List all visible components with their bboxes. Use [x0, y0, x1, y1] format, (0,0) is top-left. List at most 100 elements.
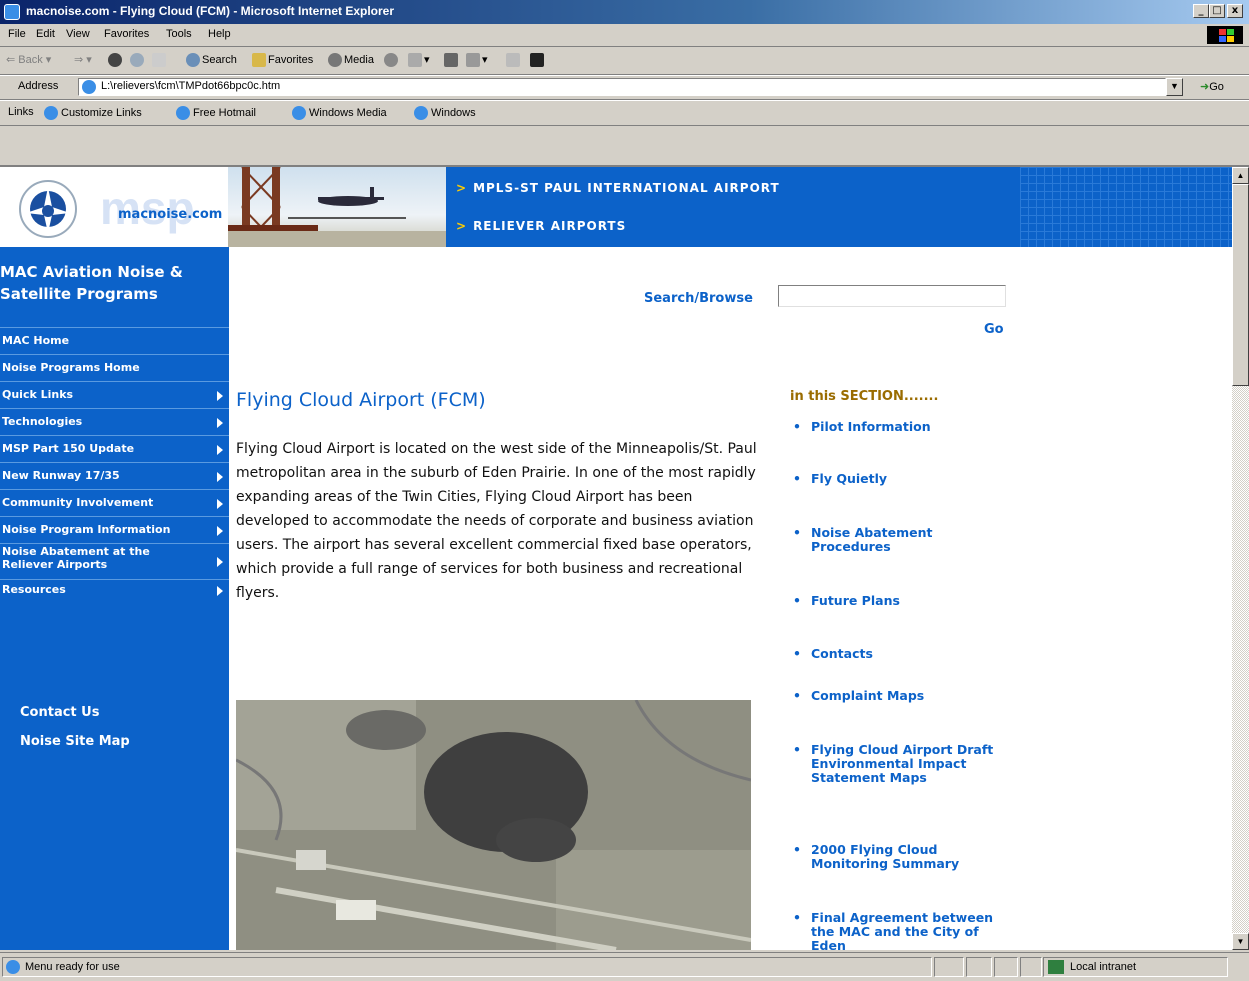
sidebar-item-noise-programs-home[interactable]: Noise Programs Home [0, 354, 229, 381]
address-value: L:\relievers\fcm\TMPdot66bpc0c.htm [101, 80, 281, 92]
address-label: Address [18, 80, 59, 92]
status-pane [1020, 957, 1042, 977]
intranet-icon [1048, 960, 1064, 974]
section-link-fly-quietly[interactable]: • Fly Quietly [791, 472, 1001, 486]
sidebar-item-part-150[interactable]: MSP Part 150 Update [0, 435, 229, 462]
submenu-arrow-icon [217, 445, 223, 455]
print-button[interactable] [444, 53, 460, 67]
stop-button[interactable] [108, 53, 124, 67]
site-map-link[interactable]: Noise Site Map [20, 734, 130, 749]
menu-file[interactable]: File [8, 28, 26, 40]
section-link-pilot-info[interactable]: • Pilot Information [791, 420, 1001, 434]
ie-icon [4, 4, 20, 20]
page-title: Flying Cloud Airport (FCM) [236, 389, 486, 411]
section-link-final-agreement[interactable]: • Final Agreement between the MAC and the… [791, 911, 997, 951]
menu-tools[interactable]: Tools [166, 28, 192, 40]
messenger-button[interactable] [530, 53, 546, 67]
maximize-button[interactable]: □ [1209, 4, 1225, 18]
status-pane [934, 957, 964, 977]
ie-page-icon [292, 106, 306, 120]
menu-favorites[interactable]: Favorites [104, 28, 149, 40]
section-link-contacts[interactable]: • Contacts [791, 647, 1001, 661]
sidebar-item-new-runway[interactable]: New Runway 17/35 [0, 462, 229, 489]
contact-us-link[interactable]: Contact Us [20, 705, 99, 720]
search-label: Search/Browse [644, 291, 753, 306]
airport-photo-illustration [228, 167, 446, 247]
submenu-arrow-icon [217, 557, 223, 567]
link-windows[interactable]: Windows [414, 106, 476, 120]
menu-bar: File Edit View Favorites Tools Help [0, 24, 1249, 47]
menu-edit[interactable]: Edit [36, 28, 55, 40]
favorites-toolbar-button[interactable]: Favorites [252, 53, 313, 67]
address-dropdown-button[interactable]: ▼ [1166, 78, 1183, 96]
go-arrow-icon: ➜ [1200, 81, 1210, 93]
mail-button[interactable]: ▾ [408, 53, 430, 68]
edit-button[interactable]: ▾ [466, 53, 488, 68]
scroll-thumb[interactable] [1232, 184, 1249, 386]
search-icon [186, 53, 200, 67]
search-go-button[interactable]: Go [984, 322, 1004, 337]
sidebar-item-community[interactable]: Community Involvement [0, 489, 229, 516]
back-button[interactable]: ⇐ Back ▾ [6, 53, 51, 66]
scroll-up-button[interactable]: ▲ [1232, 167, 1249, 184]
stop-icon [108, 53, 122, 67]
link-windows-media[interactable]: Windows Media [292, 106, 387, 120]
section-link-complaint-maps[interactable]: • Complaint Maps [791, 689, 1001, 703]
section-heading: in this SECTION....... [790, 389, 939, 404]
site-name: macnoise.com [118, 207, 223, 222]
section-link-monitoring-summary[interactable]: • 2000 Flying Cloud Monitoring Summary [791, 843, 997, 871]
media-icon [328, 53, 342, 67]
link-customize[interactable]: Customize Links [44, 106, 142, 120]
media-toolbar-button[interactable]: Media [328, 53, 374, 67]
sidebar-item-technologies[interactable]: Technologies [0, 408, 229, 435]
ie-page-icon [176, 106, 190, 120]
vertical-scrollbar[interactable]: ▲ ▼ [1232, 167, 1249, 950]
section-link-noise-abatement[interactable]: • Noise Abatement Procedures [791, 526, 981, 554]
window-title: macnoise.com - Flying Cloud (FCM) - Micr… [26, 4, 395, 18]
banner-grid-decoration [1020, 167, 1232, 247]
submenu-arrow-icon [217, 418, 223, 428]
nav-msp-airport[interactable]: > MPLS-ST PAUL INTERNATIONAL AIRPORT [456, 181, 780, 195]
address-bar: Address L:\relievers\fcm\TMPdot66bpc0c.h… [0, 74, 1249, 101]
submenu-arrow-icon [217, 472, 223, 482]
refresh-button[interactable] [130, 53, 146, 67]
site-logo[interactable]: msp macnoise.com [0, 167, 228, 247]
sidebar-item-resources[interactable]: Resources [0, 579, 229, 601]
menu-view[interactable]: View [66, 28, 90, 40]
aerial-photo [236, 700, 751, 950]
sidebar-item-quick-links[interactable]: Quick Links [0, 381, 229, 408]
sidebar-item-mac-home[interactable]: MAC Home [0, 327, 229, 354]
history-icon [384, 53, 398, 67]
nav-reliever-airports[interactable]: > RELIEVER AIRPORTS [456, 219, 626, 233]
forward-button[interactable]: ⇒ ▾ [74, 53, 92, 66]
sidebar-title: MAC Aviation Noise & Satellite Programs [0, 263, 183, 303]
go-button[interactable]: ➜Go [1200, 80, 1224, 93]
link-hotmail[interactable]: Free Hotmail [176, 106, 256, 120]
page-status-icon [6, 960, 20, 974]
address-input[interactable]: L:\relievers\fcm\TMPdot66bpc0c.htm [78, 78, 1166, 96]
sidebar-item-noise-program-info[interactable]: Noise Program Information [0, 516, 229, 543]
aerial-photo-illustration [236, 700, 751, 950]
status-bar: Menu ready for use Local intranet [0, 952, 1249, 981]
menu-help[interactable]: Help [208, 28, 231, 40]
section-link-draft-eis-maps[interactable]: • Flying Cloud Airport Draft Environmenta… [791, 743, 997, 785]
toolbar: ⇐ Back ▾ ⇒ ▾ Search Favorites Media ▾ ▾ [0, 46, 1249, 76]
banner-photo [228, 167, 446, 247]
security-zone: Local intranet [1043, 957, 1228, 977]
scroll-down-button[interactable]: ▼ [1232, 933, 1249, 950]
page-icon [82, 80, 96, 94]
section-link-future-plans[interactable]: • Future Plans [791, 594, 1001, 608]
messenger-icon [530, 53, 544, 67]
sidebar-item-noise-abatement[interactable]: Noise Abatement at the Reliever Airports [0, 543, 229, 579]
favorites-icon [252, 53, 266, 67]
page-viewport: msp macnoise.com > MPLS-ST PAUL INTERNATI… [0, 167, 1232, 950]
search-toolbar-button[interactable]: Search [186, 53, 237, 67]
close-button[interactable]: x [1227, 4, 1243, 18]
discuss-button[interactable] [506, 53, 522, 67]
history-button[interactable] [384, 53, 400, 67]
search-input[interactable] [778, 285, 1006, 307]
home-button[interactable] [152, 53, 168, 67]
status-pane [994, 957, 1018, 977]
intro-paragraph: Flying Cloud Airport is located on the w… [236, 441, 757, 601]
minimize-button[interactable]: _ [1193, 4, 1209, 18]
